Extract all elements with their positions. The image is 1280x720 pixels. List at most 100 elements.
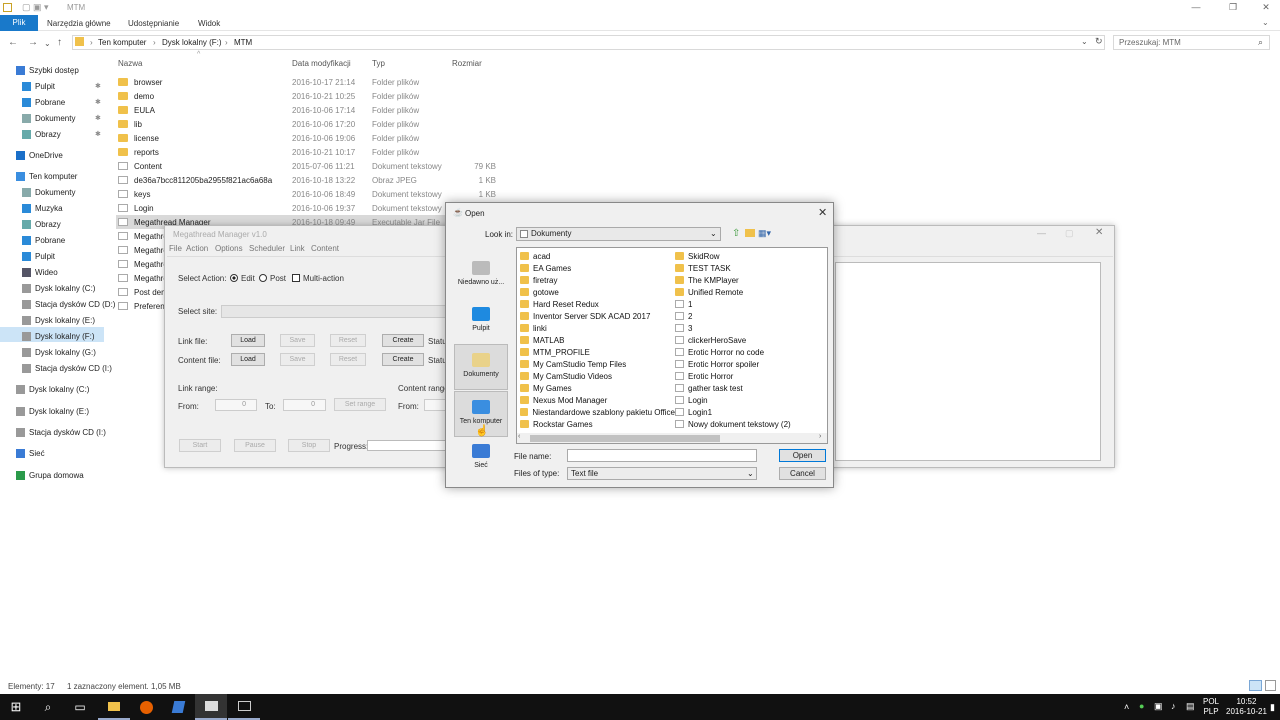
nav-item[interactable]: Dokumenty — [22, 185, 75, 199]
menu-file[interactable]: File — [169, 244, 182, 253]
dialog-file-item[interactable]: Erotic Horror no code — [675, 346, 825, 358]
to-spinner[interactable]: 0 — [283, 399, 326, 411]
content-from-spinner[interactable] — [424, 399, 446, 411]
java-app-icon[interactable] — [195, 694, 227, 720]
link-create-button[interactable]: Create — [382, 334, 424, 347]
dialog-file-item[interactable]: Login1 — [675, 406, 825, 418]
scrollbar-thumb[interactable] — [530, 435, 720, 442]
nav-item[interactable]: OneDrive — [16, 148, 63, 162]
nav-item[interactable]: Stacja dysków CD (D:) — [22, 297, 115, 311]
file-row[interactable]: reports 2016-10-21 10:17 Folder plików — [116, 145, 496, 159]
dialog-file-item[interactable]: TEST TASK — [675, 262, 825, 274]
dialog-file-item[interactable]: 3 — [675, 322, 825, 334]
quick-access-toolbar[interactable]: ▢ ▣ ▾ — [22, 2, 49, 13]
minimize-icon[interactable]: — — [1037, 228, 1046, 238]
nav-item[interactable]: Dysk lokalny (E:) — [22, 313, 95, 327]
nav-item[interactable]: Wideo — [22, 265, 58, 279]
tab-plik[interactable]: Plik — [0, 15, 38, 31]
firefox-icon[interactable] — [130, 694, 162, 720]
dialog-file-item[interactable]: gather task test — [675, 382, 825, 394]
nav-item[interactable]: Dysk lokalny (F:) — [22, 329, 95, 343]
place-documents[interactable]: Dokumenty — [454, 344, 508, 390]
dialog-file-item[interactable]: acad — [520, 250, 675, 262]
place-network[interactable]: Sieć — [454, 436, 508, 482]
nav-item[interactable]: Grupa domowa — [16, 468, 84, 482]
volume-icon[interactable]: ♪ — [1171, 701, 1176, 711]
tab-home[interactable]: Narzędzia główne — [47, 19, 111, 28]
chevron-down-icon[interactable]: ⌄ — [44, 39, 51, 48]
nav-item[interactable]: Stacja dysków CD (I:) — [16, 425, 106, 439]
breadcrumb-drive[interactable]: Dysk lokalny (F:) — [162, 38, 222, 47]
look-in-dropdown[interactable]: Dokumenty ⌄ — [516, 227, 721, 241]
file-row[interactable]: demo 2016-10-21 10:25 Folder plików — [116, 89, 496, 103]
dialog-file-item[interactable]: Nowy dokument tekstowy (2) — [675, 418, 825, 430]
maximize-icon[interactable]: ❐ — [1219, 2, 1247, 13]
close-icon[interactable]: ✕ — [1252, 2, 1280, 13]
radio-post[interactable] — [259, 274, 267, 282]
view-menu-icon[interactable]: ▦▾ — [758, 228, 771, 239]
window-app-icon[interactable] — [228, 694, 260, 720]
dialog-file-item[interactable]: linki — [520, 322, 675, 334]
nav-item[interactable]: Pulpit ✱ — [22, 79, 101, 93]
details-view-icon[interactable] — [1249, 680, 1262, 691]
dialog-file-item[interactable]: Rockstar Games — [520, 418, 675, 430]
chevron-down-icon[interactable]: ⌄ — [1081, 37, 1088, 46]
tab-share[interactable]: Udostępnianie — [128, 19, 179, 28]
dialog-file-item[interactable]: Erotic Horror — [675, 370, 825, 382]
column-header-type[interactable]: Typ — [372, 59, 385, 68]
dialog-file-item[interactable]: 2 — [675, 310, 825, 322]
link-reset-button[interactable]: Reset — [330, 334, 366, 347]
dialog-file-item[interactable]: My CamStudio Temp Files — [520, 358, 675, 370]
nav-item[interactable]: Dysk lokalny (C:) — [16, 382, 89, 396]
nav-item[interactable]: Obrazy — [22, 217, 61, 231]
dialog-file-item[interactable]: My Games — [520, 382, 675, 394]
dialog-file-item[interactable]: Niestandardowe szablony pakietu Office — [520, 406, 675, 418]
dialog-file-item[interactable]: clickerHeroSave — [675, 334, 825, 346]
pause-button[interactable]: Pause — [234, 439, 276, 452]
chevron-right-icon[interactable]: › — [819, 433, 821, 440]
nav-item[interactable]: Pobrane ✱ — [22, 95, 101, 109]
clock[interactable]: 10:52 2016-10-21 — [1226, 697, 1267, 717]
file-row[interactable]: EULA 2016-10-06 17:14 Folder plików — [116, 103, 496, 117]
cancel-button[interactable]: Cancel — [779, 467, 826, 480]
tab-view[interactable]: Widok — [198, 19, 220, 28]
forward-icon[interactable]: → — [28, 37, 38, 48]
dialog-file-item[interactable]: MTM_PROFILE — [520, 346, 675, 358]
file-explorer-icon[interactable] — [98, 694, 130, 720]
up-folder-icon[interactable]: ⇧ — [732, 228, 740, 239]
radio-edit[interactable] — [230, 274, 238, 282]
dialog-file-item[interactable]: gotowe — [520, 286, 675, 298]
nav-item[interactable]: Obrazy ✱ — [22, 127, 101, 141]
file-row[interactable]: license 2016-10-06 19:06 Folder plików — [116, 131, 496, 145]
content-create-button[interactable]: Create — [382, 353, 424, 366]
files-of-type-dropdown[interactable]: Text file ⌄ — [567, 467, 757, 480]
pin-icon[interactable]: ✱ — [95, 98, 101, 106]
dialog-file-item[interactable]: SkidRow — [675, 250, 825, 262]
nav-item[interactable]: Pulpit — [22, 249, 55, 263]
dialog-file-item[interactable]: EA Games — [520, 262, 675, 274]
up-icon[interactable]: ↑ — [57, 37, 62, 48]
nav-item[interactable]: Ten komputer — [16, 169, 77, 183]
dialog-file-item[interactable]: Unified Remote — [675, 286, 825, 298]
dialog-file-item[interactable]: Login — [675, 394, 825, 406]
menu-content[interactable]: Content — [311, 244, 339, 253]
chevron-left-icon[interactable]: ‹ — [518, 433, 520, 440]
dialog-file-item[interactable]: 1 — [675, 298, 825, 310]
menu-link[interactable]: Link — [290, 244, 305, 253]
maximize-icon[interactable]: ▢ — [1065, 228, 1074, 239]
place-recent[interactable]: Niedawno uż... — [454, 253, 508, 299]
file-row[interactable]: browser 2016-10-17 21:14 Folder plików — [116, 75, 496, 89]
file-row[interactable]: keys 2016-10-06 18:49 Dokument tekstowy 1 K… — [116, 187, 496, 201]
dialog-file-item[interactable]: MATLAB — [520, 334, 675, 346]
link-save-button[interactable]: Save — [280, 334, 315, 347]
file-row[interactable]: Content 2015-07-06 11:21 Dokument tekstowy… — [116, 159, 496, 173]
nav-item[interactable]: Pobrane — [22, 233, 65, 247]
file-row[interactable]: Login2016-10-06 19:37Dokument tekstowy1 … — [116, 201, 496, 215]
breadcrumb-folder[interactable]: MTM — [234, 38, 252, 47]
stop-button[interactable]: Stop — [288, 439, 330, 452]
menu-options[interactable]: Options — [215, 244, 243, 253]
large-icons-view-icon[interactable] — [1265, 680, 1276, 691]
new-folder-icon[interactable] — [745, 229, 755, 237]
close-icon[interactable]: ✕ — [1095, 227, 1103, 238]
from-spinner[interactable]: 0 — [215, 399, 257, 411]
